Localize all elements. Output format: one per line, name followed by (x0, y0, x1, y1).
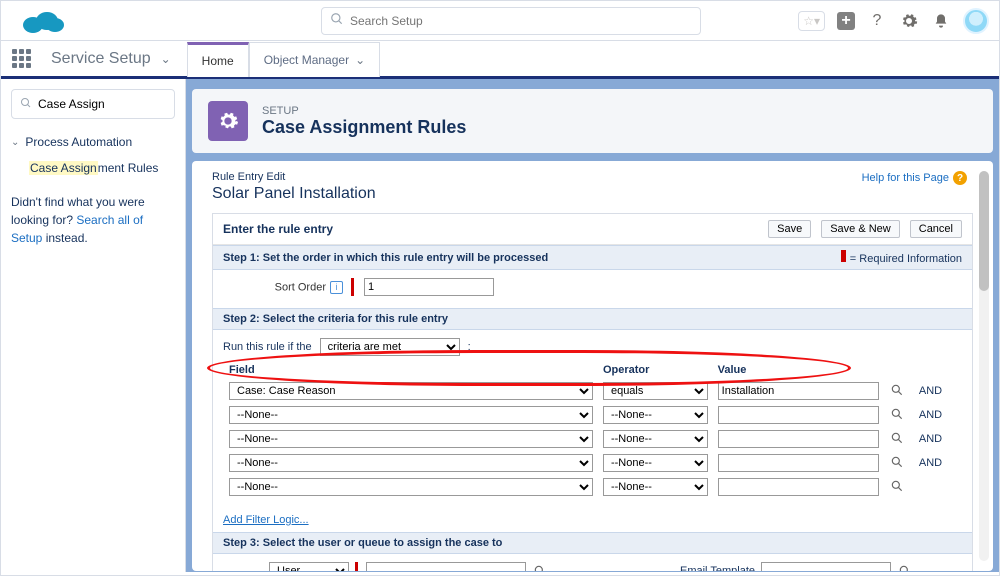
criteria-row: Case: Case Reason equals AND (225, 380, 960, 402)
col-operator: Operator (599, 362, 712, 378)
lookup-icon[interactable] (889, 430, 905, 446)
required-indicator-icon (841, 250, 846, 262)
required-indicator-icon (355, 562, 358, 571)
tree-category-process-automation[interactable]: ⌄ Process Automation (11, 135, 175, 149)
app-name[interactable]: Service Setup⌄ (41, 41, 181, 76)
global-search-input[interactable] (350, 14, 692, 28)
criteria-value-input[interactable] (718, 406, 879, 424)
tab-home[interactable]: Home (187, 42, 249, 77)
add-icon[interactable]: + (837, 12, 855, 30)
criteria-value-input[interactable] (718, 478, 879, 496)
run-rule-label: Run this rule if the (223, 341, 312, 353)
lookup-icon[interactable] (532, 563, 548, 571)
email-template-label: Email Template (680, 565, 755, 571)
criteria-field-select[interactable]: Case: Case Reason (229, 382, 593, 400)
lookup-icon[interactable] (897, 563, 913, 571)
global-header: ☆▾ + ? (1, 1, 999, 41)
scrollbar[interactable] (979, 171, 989, 561)
criteria-value-input[interactable] (718, 382, 879, 400)
search-icon (330, 12, 344, 29)
criteria-conjunction: AND (915, 380, 960, 402)
app-launcher-icon[interactable] (1, 41, 41, 76)
save-button[interactable]: Save (768, 220, 811, 238)
criteria-conjunction: AND (915, 428, 960, 450)
lookup-icon[interactable] (889, 478, 905, 494)
cancel-button[interactable]: Cancel (910, 220, 962, 238)
criteria-operator-select[interactable]: --None-- (603, 478, 708, 496)
col-field: Field (225, 362, 597, 378)
rule-title: Solar Panel Installation (212, 185, 973, 203)
criteria-conjunction: AND (915, 404, 960, 426)
criteria-value-input[interactable] (718, 454, 879, 472)
page-icon-gear (208, 101, 248, 141)
search-icon (20, 97, 32, 112)
required-indicator-icon (351, 278, 354, 296)
criteria-field-select[interactable]: --None-- (229, 430, 593, 448)
criteria-row: --None-- --None-- AND (225, 404, 960, 426)
criteria-operator-select[interactable]: --None-- (603, 406, 708, 424)
col-value: Value (714, 362, 913, 378)
salesforce-logo (21, 7, 65, 35)
tree-item-case-assignment-rules[interactable]: Case Assignment Rules (11, 157, 175, 179)
notification-bell-icon[interactable] (931, 11, 951, 31)
assign-type-select[interactable]: User (269, 562, 349, 571)
criteria-value-input[interactable] (718, 430, 879, 448)
setup-gear-icon[interactable] (899, 11, 919, 31)
help-link[interactable]: Help for this Page? (862, 171, 967, 185)
assign-value-input[interactable] (366, 562, 526, 571)
lookup-icon[interactable] (889, 382, 905, 398)
chevron-down-icon: ⌄ (161, 52, 171, 66)
chevron-down-icon: ⌄ (11, 137, 19, 148)
criteria-row: --None-- --None-- AND (225, 428, 960, 450)
info-icon[interactable]: i (330, 281, 343, 294)
help-icon[interactable]: ? (867, 11, 887, 31)
criteria-field-select[interactable]: --None-- (229, 478, 593, 496)
criteria-operator-select[interactable]: equals (603, 382, 708, 400)
criteria-field-select[interactable]: --None-- (229, 454, 593, 472)
section-enter-rule: Enter the rule entry Save Save & New Can… (213, 214, 972, 245)
lookup-icon[interactable] (889, 406, 905, 422)
criteria-conjunction (915, 476, 960, 498)
criteria-field-select[interactable]: --None-- (229, 406, 593, 424)
save-and-new-button[interactable]: Save & New (821, 220, 900, 238)
help-question-icon: ? (953, 171, 967, 185)
sidebar-search-input[interactable] (38, 97, 166, 111)
step1-bar: Step 1: Set the order in which this rule… (213, 245, 972, 270)
user-avatar[interactable] (963, 8, 989, 34)
breadcrumb: Rule Entry Edit (212, 171, 973, 183)
run-rule-select[interactable]: criteria are met (320, 338, 460, 356)
sort-order-input[interactable] (364, 278, 494, 296)
content-area: SETUP Case Assignment Rules Help for thi… (186, 79, 999, 572)
tab-object-manager[interactable]: Object Manager⌄ (249, 42, 380, 77)
detail-panel: Help for this Page? Rule Entry Edit Sola… (192, 161, 993, 571)
criteria-operator-select[interactable]: --None-- (603, 454, 708, 472)
email-template-input[interactable] (761, 562, 891, 571)
sidebar-no-results: Didn't find what you were looking for? S… (11, 193, 175, 247)
setup-nav: Service Setup⌄ Home Object Manager⌄ (1, 41, 999, 79)
chevron-down-icon: ⌄ (355, 53, 365, 67)
criteria-operator-select[interactable]: --None-- (603, 430, 708, 448)
criteria-conjunction: AND (915, 452, 960, 474)
page-eyebrow: SETUP (262, 105, 466, 117)
add-filter-logic-link[interactable]: Add Filter Logic... (213, 508, 972, 532)
step3-bar: Step 3: Select the user or queue to assi… (213, 532, 972, 554)
header-actions: ☆▾ + ? (798, 8, 989, 34)
lookup-icon[interactable] (889, 454, 905, 470)
sidebar-search[interactable] (11, 89, 175, 119)
page-header: SETUP Case Assignment Rules (192, 89, 993, 153)
criteria-row: --None-- --None-- AND (225, 452, 960, 474)
favorites-button[interactable]: ☆▾ (798, 11, 825, 31)
step2-bar: Step 2: Select the criteria for this rul… (213, 308, 972, 330)
page-title: Case Assignment Rules (262, 117, 466, 138)
setup-sidebar: ⌄ Process Automation Case Assignment Rul… (1, 79, 186, 572)
criteria-row: --None-- --None-- (225, 476, 960, 498)
global-search[interactable] (321, 7, 701, 35)
sort-order-label: Sort Orderi (223, 281, 343, 294)
criteria-table: Field Operator Value Case: Case Reason eq… (223, 360, 962, 500)
